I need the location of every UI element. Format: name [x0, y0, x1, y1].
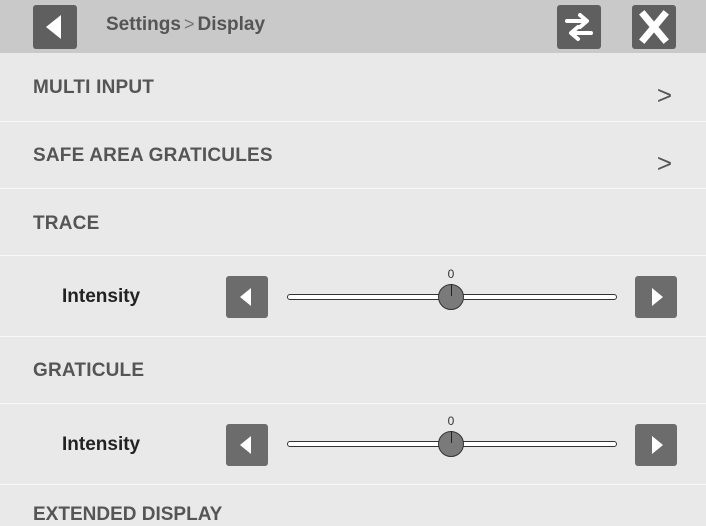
decrease-arrow-icon	[240, 288, 251, 306]
thumb-tick	[451, 284, 452, 296]
close-button[interactable]	[632, 5, 676, 49]
back-arrow-icon	[46, 15, 61, 39]
graticule-label: GRATICULE	[33, 360, 145, 381]
extended-display-label[interactable]: EXTENDED DISPLAY	[33, 504, 222, 526]
graticule-intensity-row: Intensity 0	[0, 404, 706, 485]
trace-section-header: TRACE	[0, 189, 706, 256]
title-bar: Settings > Display	[0, 0, 706, 53]
breadcrumb-current: Display	[197, 14, 266, 35]
breadcrumb: Settings > Display	[106, 14, 265, 36]
breadcrumb-separator: >	[183, 14, 195, 34]
graticule-intensity-increase-button[interactable]	[635, 424, 677, 466]
trace-intensity-label: Intensity	[62, 286, 141, 307]
graticule-intensity-value: 0	[447, 414, 455, 428]
increase-arrow-icon	[652, 288, 663, 306]
safe-area-graticules-row[interactable]: SAFE AREA GRATICULES >	[0, 122, 706, 189]
increase-arrow-icon	[652, 436, 663, 454]
decrease-arrow-icon	[240, 436, 251, 454]
multi-input-label: MULTI INPUT	[33, 77, 155, 98]
thumb-tick	[451, 431, 452, 443]
trace-intensity-value: 0	[447, 267, 455, 281]
multi-input-row[interactable]: MULTI INPUT >	[0, 54, 706, 122]
trace-intensity-increase-button[interactable]	[635, 276, 677, 318]
graticule-intensity-label: Intensity	[62, 434, 141, 455]
trace-label: TRACE	[33, 213, 100, 234]
breadcrumb-parent[interactable]: Settings	[106, 14, 181, 35]
graticule-section-header: GRATICULE	[0, 337, 706, 404]
trace-intensity-row: Intensity 0	[0, 256, 706, 337]
back-button[interactable]	[33, 5, 77, 49]
chevron-right-icon: >	[656, 148, 672, 178]
swap-button[interactable]	[557, 5, 601, 49]
safe-area-graticules-label: SAFE AREA GRATICULES	[33, 145, 273, 166]
swap-arrows-icon	[565, 13, 593, 41]
close-x-icon	[639, 10, 669, 44]
graticule-intensity-decrease-button[interactable]	[226, 424, 268, 466]
trace-intensity-decrease-button[interactable]	[226, 276, 268, 318]
chevron-right-icon: >	[656, 80, 672, 110]
